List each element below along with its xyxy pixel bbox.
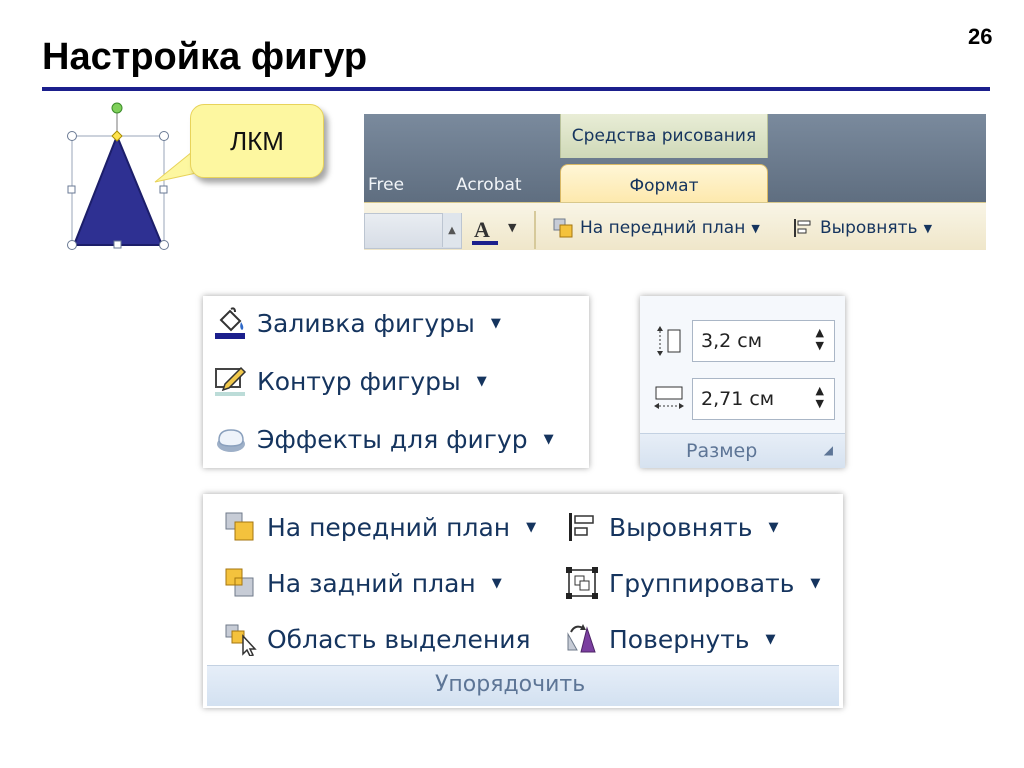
rotate-label: Повернуть <box>609 624 750 654</box>
contextual-tab-header: Средства рисования <box>560 114 768 158</box>
ribbon-strip: Средства рисования Free Acrobat Формат ▲… <box>364 114 986 250</box>
shape-fill-button[interactable]: Заливка фигуры ▼ <box>213 306 501 340</box>
selection-pane-label: Область выделения <box>267 624 531 654</box>
shape-styles-panel: Заливка фигуры ▼ Контур фигуры ▼ Эффекты… <box>203 296 589 468</box>
chevron-down-icon: ▼ <box>526 519 537 535</box>
bring-forward-button[interactable]: На передний план ▼ <box>223 510 536 544</box>
align-button[interactable]: Выровнять ▼ <box>565 510 778 544</box>
ribbon-body: ▲ A ▼ На передний план ▼ Выровнять ▼ <box>364 202 986 250</box>
chevron-down-icon: ▼ <box>491 575 502 591</box>
align-icon <box>569 513 594 541</box>
shape-effects-label: Эффекты для фигур <box>257 424 528 454</box>
arrange-group-footer: Упорядочить <box>207 665 839 706</box>
group-button[interactable]: Группировать ▼ <box>565 566 820 600</box>
send-backward-label: На задний план <box>267 568 476 598</box>
chevron-down-icon[interactable]: ▼ <box>508 221 516 234</box>
width-spinner-icon[interactable]: ▲ ▼ <box>816 384 824 410</box>
shape-effects-button[interactable]: Эффекты для фигур ▼ <box>213 422 554 456</box>
title-divider <box>42 87 990 91</box>
bring-forward-icon <box>225 512 254 541</box>
shape-width-icon <box>654 386 684 409</box>
group-icon <box>566 567 598 599</box>
send-backward-icon <box>225 568 254 597</box>
chevron-down-icon: ▼ <box>765 631 776 647</box>
chevron-down-icon: ▼ <box>810 575 821 591</box>
chevron-down-icon: ▼ <box>923 221 933 235</box>
callout-text: ЛКМ <box>230 125 284 156</box>
gallery-scroll-up-icon[interactable]: ▲ <box>442 213 461 247</box>
shape-outline-label: Контур фигуры <box>257 366 461 396</box>
size-group-footer: Размер ◢ <box>640 433 845 468</box>
tab-free[interactable]: Free <box>368 168 404 202</box>
paint-bucket-icon <box>215 307 245 339</box>
font-color-icon[interactable]: A <box>474 217 490 243</box>
group-label: Группировать <box>609 568 795 598</box>
bring-forward-button[interactable]: На передний план ▼ <box>552 217 760 239</box>
shape-width-value: 2,71 см <box>701 388 775 410</box>
bring-forward-label: На передний план <box>580 218 746 238</box>
arrange-group-label: Упорядочить <box>435 672 586 697</box>
selection-pane-icon <box>225 624 257 656</box>
chevron-down-icon: ▼ <box>476 373 487 389</box>
chevron-down-icon: ▼ <box>490 315 501 331</box>
slide-number: 26 <box>968 24 993 49</box>
arrange-panel: На передний план ▼ На задний план ▼ Обла… <box>203 494 843 708</box>
tab-format[interactable]: Формат <box>560 164 768 207</box>
align-label: Выровнять <box>609 512 753 542</box>
send-backward-button[interactable]: На задний план ▼ <box>223 566 502 600</box>
chevron-down-icon: ▼ <box>768 519 779 535</box>
font-color-bar <box>472 241 498 245</box>
height-spinner-icon[interactable]: ▲ ▼ <box>816 326 824 352</box>
size-group-label: Размер <box>686 440 758 462</box>
shape-outline-button[interactable]: Контур фигуры ▼ <box>213 364 487 398</box>
shape-fill-label: Заливка фигуры <box>257 308 475 338</box>
callout-lkm: ЛКМ <box>190 104 324 178</box>
align-icon <box>794 219 811 237</box>
shape-effects-icon <box>217 429 245 452</box>
align-button[interactable]: Выровнять ▼ <box>792 217 932 239</box>
rotate-icon <box>567 624 596 653</box>
bring-forward-icon <box>553 218 573 238</box>
dialog-launcher-icon[interactable]: ◢ <box>824 443 833 457</box>
tab-acrobat[interactable]: Acrobat <box>456 168 522 202</box>
pencil-outline-icon <box>215 366 247 396</box>
rotate-handle-icon <box>111 102 123 114</box>
bring-forward-label: На передний план <box>267 512 511 542</box>
shape-height-icon <box>657 326 681 356</box>
align-label: Выровнять <box>820 218 918 238</box>
chevron-down-icon: ▼ <box>543 431 554 447</box>
selection-pane-button[interactable]: Область выделения <box>223 622 531 656</box>
slide-title: Настройка фигур <box>42 36 368 78</box>
shape-height-value: 3,2 см <box>701 330 763 352</box>
rotate-button[interactable]: Повернуть ▼ <box>565 622 776 656</box>
chevron-down-icon: ▼ <box>751 221 760 235</box>
shape-height-field[interactable]: 3,2 см ▲ ▼ <box>692 320 835 362</box>
adjust-handle-icon <box>111 130 123 142</box>
group-separator <box>534 211 536 249</box>
size-panel: 3,2 см ▲ ▼ 2,71 см ▲ ▼ Размер ◢ <box>640 296 845 468</box>
shape-width-field[interactable]: 2,71 см ▲ ▼ <box>692 378 835 420</box>
